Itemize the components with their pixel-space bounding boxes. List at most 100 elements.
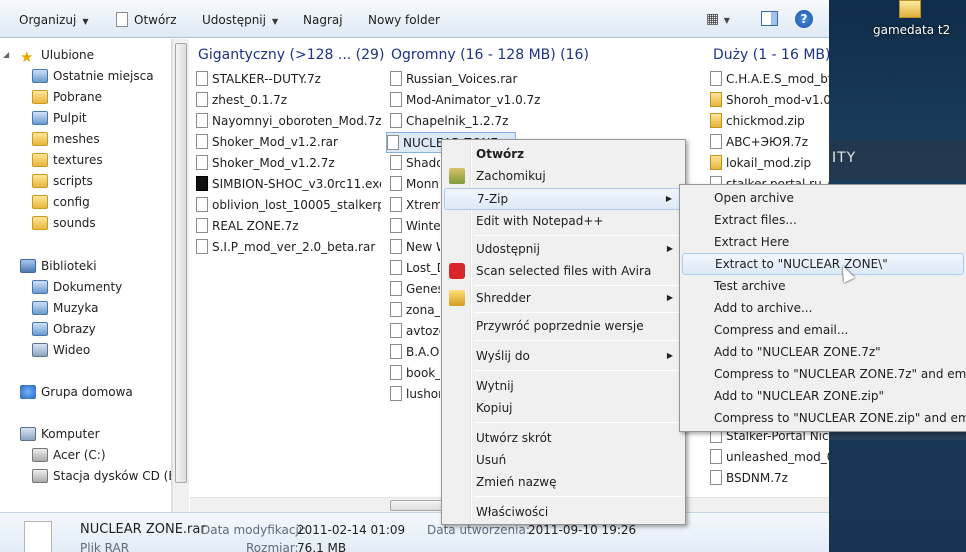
view-options-icon[interactable]: ▦ ▼ bbox=[706, 10, 730, 28]
file-item[interactable]: oblivion_lost_10005_stalkerpl.7z bbox=[196, 195, 381, 216]
exe-icon bbox=[196, 176, 208, 191]
file-item[interactable]: Monn bbox=[390, 174, 440, 195]
file-item[interactable]: book_ bbox=[390, 363, 440, 384]
menu-item-delete[interactable]: Usuń bbox=[444, 449, 683, 471]
file-item[interactable]: Shoroh_mod-v1.0.z bbox=[710, 90, 829, 111]
submenu-item-compress-email[interactable]: Compress and email... bbox=[682, 319, 964, 341]
menu-item-7zip[interactable]: 7-Zip ▶ bbox=[444, 188, 683, 210]
group-header-huge[interactable]: Ogromny (16 - 128 MB) (16) bbox=[391, 47, 589, 63]
help-icon[interactable]: ? bbox=[795, 10, 813, 28]
submenu-item-add-to-archive[interactable]: Add to archive... bbox=[682, 297, 964, 319]
file-item[interactable]: chickmod.zip bbox=[710, 111, 829, 132]
file-item[interactable]: S.I.P_mod_ver_2.0_beta.rar bbox=[196, 237, 381, 258]
menu-item-properties[interactable]: Właściwości bbox=[444, 501, 683, 523]
file-item[interactable]: STALKER--DUTY.7z bbox=[196, 69, 381, 90]
menu-item-create-shortcut[interactable]: Utwórz skrót bbox=[444, 427, 683, 449]
nav-lib-music[interactable]: Muzyka bbox=[32, 298, 98, 318]
preview-pane-icon[interactable] bbox=[761, 11, 778, 26]
file-item[interactable]: lushor bbox=[390, 384, 440, 405]
file-icon bbox=[390, 302, 402, 317]
nav-lib-pictures[interactable]: Obrazy bbox=[32, 319, 96, 339]
menu-item-label: Kopiuj bbox=[476, 401, 513, 415]
menu-item-cut[interactable]: Wytnij bbox=[444, 375, 683, 397]
nav-scrollbar-thumb[interactable] bbox=[175, 43, 187, 483]
share-button[interactable]: Udostępnij ▼ bbox=[202, 11, 278, 29]
file-item[interactable]: zona_p bbox=[390, 300, 440, 321]
submenu-item-test-archive[interactable]: Test archive bbox=[682, 275, 964, 297]
file-item[interactable]: avtozo bbox=[390, 321, 440, 342]
nav-downloads[interactable]: Pobrane bbox=[32, 87, 102, 107]
file-item[interactable]: zhest_0.1.7z bbox=[196, 90, 381, 111]
nav-folder-textures[interactable]: textures bbox=[32, 150, 103, 170]
menu-item-share[interactable]: Udostępnij ▶ bbox=[444, 238, 683, 260]
file-item[interactable]: BSDNM.7z bbox=[710, 468, 829, 489]
nav-desktop[interactable]: Pulpit bbox=[32, 108, 87, 128]
file-item[interactable]: Shoker_Mod_v1.2.rar bbox=[196, 132, 381, 153]
group-header-large[interactable]: Duży (1 - 16 MB) bbox=[713, 47, 829, 63]
collapse-icon[interactable]: ◢ bbox=[3, 50, 9, 59]
file-item[interactable]: Winte bbox=[390, 216, 440, 237]
menu-item-rename[interactable]: Zmień nazwę bbox=[444, 471, 683, 493]
file-icon bbox=[196, 71, 208, 86]
menu-item-restore-versions[interactable]: Przywróć poprzednie wersje bbox=[444, 315, 683, 337]
file-item[interactable]: unleashed_mod_0.3 bbox=[710, 447, 829, 468]
nav-computer[interactable]: Komputer bbox=[20, 424, 100, 444]
menu-item-open[interactable]: Otwórz bbox=[444, 143, 683, 165]
file-item[interactable]: Lost_D bbox=[390, 258, 440, 279]
nav-drive-c[interactable]: Acer (C:) bbox=[32, 445, 106, 465]
submenu-item-compress-7z-email[interactable]: Compress to "NUCLEAR ZONE.7z" and email bbox=[682, 363, 966, 385]
file-item[interactable]: ABC+ЭЮЯ.7z bbox=[710, 132, 829, 153]
menu-item-chomikuj[interactable]: Zachomikuj bbox=[444, 165, 683, 187]
details-pane: NUCLEAR ZONE.rar Plik RAR Data modyfikac… bbox=[0, 512, 829, 552]
menu-item-avira[interactable]: Scan selected files with Avira bbox=[444, 260, 683, 282]
file-item[interactable]: Mod-Animator_v1.0.7z bbox=[390, 90, 540, 111]
file-item[interactable]: Chapelnik_1.2.7z bbox=[390, 111, 540, 132]
submenu-item-extract-files[interactable]: Extract files... bbox=[682, 209, 964, 231]
open-button[interactable]: Otwórz bbox=[116, 11, 177, 29]
submenu-item-extract-to[interactable]: Extract to "NUCLEAR ZONE\" bbox=[682, 253, 964, 275]
nav-folder-scripts[interactable]: scripts bbox=[32, 171, 93, 191]
submenu-item-label: Open archive bbox=[714, 191, 794, 205]
group-header-gigantic[interactable]: Gigantyczny (>128 ... (29) bbox=[198, 47, 384, 63]
nav-homegroup[interactable]: Grupa domowa bbox=[20, 382, 133, 402]
file-item[interactable]: Xtrem bbox=[390, 195, 440, 216]
nav-lib-documents[interactable]: Dokumenty bbox=[32, 277, 122, 297]
file-item[interactable]: Genesi bbox=[390, 279, 440, 300]
nav-lib-video[interactable]: Wideo bbox=[32, 340, 90, 360]
music-icon bbox=[32, 301, 48, 315]
file-item[interactable]: New W bbox=[390, 237, 440, 258]
file-item[interactable]: REAL ZONE.7z bbox=[196, 216, 381, 237]
menu-item-send-to[interactable]: Wyślij do ▶ bbox=[444, 345, 683, 367]
nav-recent[interactable]: Ostatnie miejsca bbox=[32, 66, 154, 86]
file-item[interactable]: Shoker_Mod_v1.2.7z bbox=[196, 153, 381, 174]
nav-libraries[interactable]: Biblioteki bbox=[20, 256, 97, 276]
submenu-item-compress-zip-email[interactable]: Compress to "NUCLEAR ZONE.zip" and email bbox=[682, 407, 966, 429]
nav-folder-sounds[interactable]: sounds bbox=[32, 213, 96, 233]
file-item[interactable]: lokail_mod.zip bbox=[710, 153, 829, 174]
file-icon bbox=[390, 281, 402, 296]
file-item[interactable]: Shado bbox=[390, 153, 440, 174]
organize-button[interactable]: Organizuj ▼ bbox=[19, 11, 88, 29]
submenu-item-add-7z[interactable]: Add to "NUCLEAR ZONE.7z" bbox=[682, 341, 964, 363]
file-item[interactable]: C.H.A.E.S_mod_by_ bbox=[710, 69, 829, 90]
nav-drive-e[interactable]: Stacja dysków CD (E:) E bbox=[32, 466, 171, 486]
7zip-submenu: Open archive Extract files... Extract He… bbox=[679, 184, 966, 432]
submenu-item-extract-here[interactable]: Extract Here bbox=[682, 231, 964, 253]
nav-folder-meshes[interactable]: meshes bbox=[32, 129, 100, 149]
menu-item-copy[interactable]: Kopiuj bbox=[444, 397, 683, 419]
burn-button[interactable]: Nagraj bbox=[303, 11, 343, 29]
desktop-folder-icon[interactable] bbox=[899, 0, 921, 18]
submenu-item-open-archive[interactable]: Open archive bbox=[682, 187, 964, 209]
file-item[interactable]: SIMBION-SHOC_v3.0rc11.exe bbox=[196, 174, 381, 195]
menu-item-notepadpp[interactable]: Edit with Notepad++ bbox=[444, 210, 683, 232]
nav-favorites[interactable]: ★ Ulubione bbox=[20, 45, 94, 66]
file-item[interactable]: Nayomnyi_oboroten_Mod.7z bbox=[196, 111, 381, 132]
desktop-folder-label[interactable]: gamedata t2 bbox=[873, 23, 950, 37]
nav-scrollbar[interactable] bbox=[172, 39, 189, 512]
file-item[interactable]: B.A.O. bbox=[390, 342, 440, 363]
submenu-item-add-zip[interactable]: Add to "NUCLEAR ZONE.zip" bbox=[682, 385, 964, 407]
menu-item-shredder[interactable]: Shredder ▶ bbox=[444, 287, 683, 309]
nav-folder-config[interactable]: config bbox=[32, 192, 90, 212]
file-item[interactable]: Russian_Voices.rar bbox=[390, 69, 540, 90]
new-folder-button[interactable]: Nowy folder bbox=[368, 11, 440, 29]
